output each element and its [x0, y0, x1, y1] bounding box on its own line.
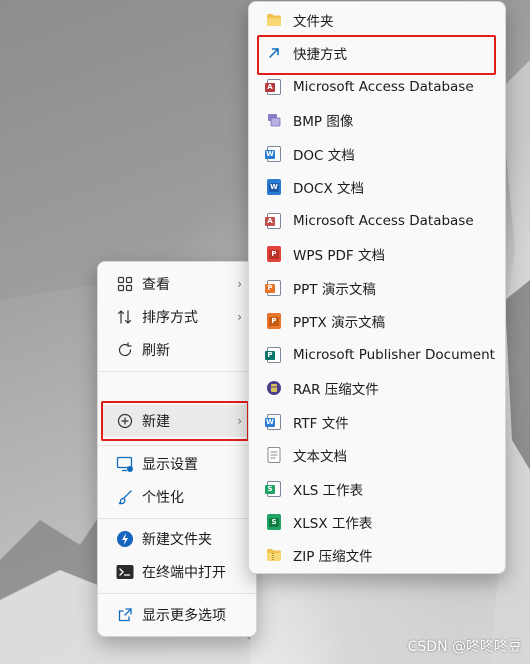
submenu-item-label: PPT 演示文稿 — [293, 282, 376, 298]
submenu-item-label: RAR 压缩文件 — [293, 382, 379, 398]
menu-item-label: 在终端中打开 — [142, 565, 226, 581]
menu-item-label: 显示设置 — [142, 457, 198, 473]
menu-item-personalize[interactable]: 个性化 — [102, 481, 252, 513]
terminal-icon — [116, 563, 134, 581]
submenu-item-rtf[interactable]: W RTF 文件 — [253, 406, 501, 438]
menu-separator — [98, 593, 256, 594]
rtf-icon: W — [265, 413, 283, 431]
publisher-icon: P — [265, 346, 283, 364]
menu-item-sort[interactable]: 排序方式 › — [102, 301, 252, 333]
submenu-item-label: ZIP 压缩文件 — [293, 549, 373, 565]
display-settings-icon — [116, 455, 134, 473]
chevron-right-icon: › — [237, 414, 242, 428]
menu-item-label: 新建 — [142, 414, 170, 430]
grid-view-icon — [116, 275, 134, 293]
submenu-item-label: Microsoft Publisher Document — [293, 347, 495, 363]
submenu-item-rar[interactable]: RAR 压缩文件 — [253, 372, 501, 404]
access-icon: A — [265, 78, 283, 96]
submenu-item-xls[interactable]: S XLS 工作表 — [253, 473, 501, 505]
submenu-item-label: RTF 文件 — [293, 416, 349, 432]
menu-item-display-settings[interactable]: 显示设置 — [102, 448, 252, 480]
submenu-item-shortcut[interactable]: 快捷方式 — [253, 37, 501, 69]
submenu-item-label: 文件夹 — [293, 14, 334, 30]
submenu-item-label: BMP 图像 — [293, 114, 354, 130]
submenu-item-publisher[interactable]: P Microsoft Publisher Document — [253, 339, 501, 371]
menu-item-label: 显示更多选项 — [142, 608, 226, 624]
xlsx-icon: S — [265, 513, 283, 531]
menu-item-new-folder[interactable]: 新建文件夹 — [102, 523, 252, 555]
submenu-item-pptx[interactable]: P PPTX 演示文稿 — [253, 305, 501, 337]
menu-item-more-options[interactable]: 显示更多选项 — [102, 599, 252, 631]
menu-item-refresh[interactable]: 刷新 — [102, 334, 252, 366]
xls-icon: S — [265, 480, 283, 498]
menu-separator — [98, 518, 256, 519]
submenu-item-label: 快捷方式 — [293, 47, 347, 63]
new-plus-icon — [116, 412, 134, 430]
submenu-item-zip[interactable]: ZIP 压缩文件 — [253, 539, 501, 571]
new-folder-icon — [116, 530, 134, 548]
menu-item-label: 新建文件夹 — [142, 532, 212, 548]
doc-icon: W — [265, 145, 283, 163]
pptx-icon: P — [265, 312, 283, 330]
new-submenu: 文件夹 快捷方式 A Microsoft Access Database BMP… — [248, 1, 506, 574]
chevron-right-icon: › — [237, 277, 242, 291]
submenu-item-ppt[interactable]: P PPT 演示文稿 — [253, 272, 501, 304]
submenu-item-wps-pdf[interactable]: P WPS PDF 文档 — [253, 238, 501, 270]
refresh-icon — [116, 341, 134, 359]
submenu-item-label: DOCX 文档 — [293, 181, 364, 197]
csdn-watermark: CSDN @咚咚咚豆 — [407, 639, 522, 655]
bmp-image-icon — [265, 111, 283, 129]
menu-item-label: 个性化 — [142, 490, 184, 506]
menu-separator — [98, 445, 256, 446]
submenu-item-label: XLSX 工作表 — [293, 516, 373, 532]
shortcut-icon — [265, 44, 283, 62]
sort-icon — [116, 308, 134, 326]
rar-icon — [265, 379, 283, 397]
menu-item-label: 刷新 — [142, 343, 170, 359]
menu-item-label: 排序方式 — [142, 310, 198, 326]
chevron-right-icon: › — [237, 310, 242, 324]
zip-folder-icon — [265, 546, 283, 564]
submenu-item-doc[interactable]: W DOC 文档 — [253, 138, 501, 170]
menu-separator — [98, 371, 256, 372]
submenu-item-label: WPS PDF 文档 — [293, 248, 385, 264]
more-options-icon — [116, 606, 134, 624]
text-document-icon — [265, 446, 283, 464]
desktop-context-menu: 查看 › 排序方式 › 刷新 新建 › 显示设置 个性化 新建文件夹 在终端中打… — [97, 261, 257, 637]
menu-item-view[interactable]: 查看 › — [102, 268, 252, 300]
menu-item-open-terminal[interactable]: 在终端中打开 — [102, 556, 252, 588]
submenu-item-label: XLS 工作表 — [293, 483, 364, 499]
menu-item-label: 查看 — [142, 277, 170, 293]
submenu-item-label: PPTX 演示文稿 — [293, 315, 386, 331]
brush-icon — [116, 488, 134, 506]
submenu-item-folder[interactable]: 文件夹 — [253, 4, 501, 36]
submenu-item-docx[interactable]: W DOCX 文档 — [253, 171, 501, 203]
submenu-item-label: Microsoft Access Database — [293, 79, 474, 95]
pdf-icon: P — [265, 245, 283, 263]
submenu-item-bmp-image[interactable]: BMP 图像 — [253, 104, 501, 136]
menu-item-new[interactable]: 新建 › — [102, 405, 252, 437]
submenu-item-access-database[interactable]: A Microsoft Access Database — [253, 71, 501, 103]
access-icon: A — [265, 212, 283, 230]
submenu-item-text-document[interactable]: 文本文档 — [253, 439, 501, 471]
submenu-item-xlsx[interactable]: S XLSX 工作表 — [253, 506, 501, 538]
ppt-icon: P — [265, 279, 283, 297]
submenu-item-label: 文本文档 — [293, 449, 347, 465]
submenu-item-label: Microsoft Access Database — [293, 213, 474, 229]
submenu-item-access-database-2[interactable]: A Microsoft Access Database — [253, 205, 501, 237]
docx-icon: W — [265, 178, 283, 196]
folder-icon — [265, 11, 283, 29]
submenu-item-label: DOC 文档 — [293, 148, 355, 164]
